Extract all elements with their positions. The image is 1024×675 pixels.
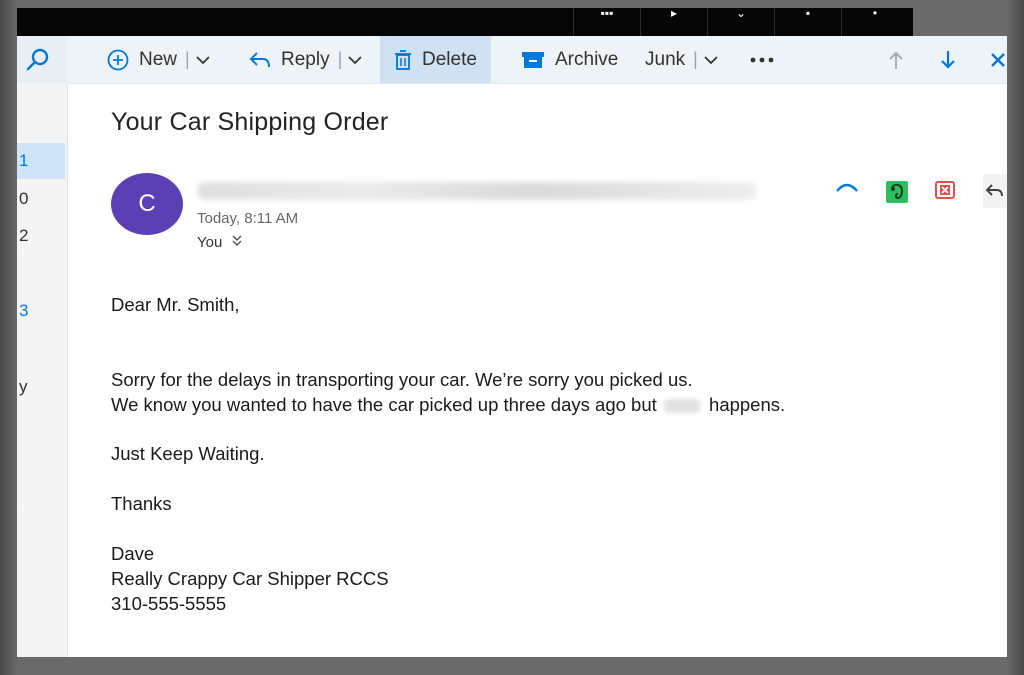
trash-icon [394,49,412,70]
email-body-text: We know you wanted to have the car picke… [111,394,657,415]
folder-count-item[interactable]: 0 [17,181,65,217]
email-subject: Your Car Shipping Order [111,108,389,136]
separator: | [185,49,190,69]
recipient-line[interactable]: You [197,234,242,251]
email-body-line: Just Keep Waiting. [111,443,265,464]
recipient-name: You [197,234,223,251]
top-strip-button[interactable]: • [841,7,908,36]
junk-label: Junk [645,48,686,70]
archive-icon [521,51,545,69]
reply-label: Reply [281,48,330,70]
signature-phone: 310-555-5555 [111,593,227,614]
chevron-down-icon[interactable] [704,55,718,65]
previous-message-button[interactable] [881,36,911,83]
new-label: New [139,48,178,70]
evernote-button[interactable] [885,180,909,209]
close-button[interactable] [983,36,1007,83]
collapse-icon [836,183,858,192]
reply-button[interactable]: Reply | [249,36,362,83]
folder-rail: 1 0 2 3 y [17,36,68,657]
more-icon [750,57,774,62]
sender-redacted [197,182,757,200]
arrow-down-icon [941,50,955,69]
search-button[interactable] [17,36,67,83]
top-strip-button[interactable]: ⌄ [707,7,774,36]
folder-count-item[interactable]: 3 [17,293,65,329]
archive-label: Archive [555,48,619,70]
evernote-icon [886,181,908,203]
signature-name: Dave [111,543,155,564]
chevron-down-icon[interactable] [348,55,362,65]
folder-count-item[interactable]: 2 [17,218,65,254]
reply-icon [249,51,271,69]
avatar[interactable]: C [111,173,183,235]
arrow-up-icon [889,51,903,69]
double-chevron-down-icon[interactable] [232,235,242,250]
separator: | [693,49,698,69]
close-box-icon [935,181,955,199]
new-button[interactable]: New | [107,36,210,83]
reply-arrow-icon [985,184,1003,197]
email-closing: Thanks [111,493,172,514]
close-icon [991,52,1005,67]
email-body-text: happens. [709,394,786,415]
email-body-line: We know you wanted to have the car picke… [111,392,785,417]
signature-company: Really Crappy Car Shipper RCCS [111,568,389,589]
chevron-down-icon[interactable] [196,55,210,65]
email-greeting: Dear Mr. Smith, [111,294,240,315]
mail-app-window: 1 0 2 3 y New | Reply | Delete Archive J… [17,36,1007,657]
top-strip-button[interactable]: ▪▪▪ [573,7,640,36]
folder-count-item[interactable]: 1 [17,143,65,179]
email-date: Today, 8:11 AM [197,210,299,227]
delete-label: Delete [422,48,477,70]
separator: | [337,49,343,69]
redacted-word [663,399,700,414]
top-strip-button[interactable]: ▪ [774,7,841,36]
junk-button[interactable]: Junk | [645,36,718,83]
delete-button[interactable]: Delete [380,36,491,83]
top-strip-button[interactable]: ▸ [640,7,707,36]
search-icon [26,48,49,71]
block-sender-button[interactable] [935,180,955,205]
more-button[interactable] [747,36,777,83]
next-message-button[interactable] [933,36,963,83]
command-bar: New | Reply | Delete Archive Junk | [67,36,1007,84]
top-toolbar-strip: ▪▪▪ ▸ ⌄ ▪ • [17,7,913,36]
archive-button[interactable]: Archive [521,36,618,83]
plus-circle-icon [107,49,129,71]
reply-action-button[interactable] [983,174,1007,208]
email-body-line: Sorry for the delays in transporting you… [111,369,693,390]
folder-count-item[interactable]: y [17,369,65,405]
collapse-button[interactable] [835,180,859,198]
